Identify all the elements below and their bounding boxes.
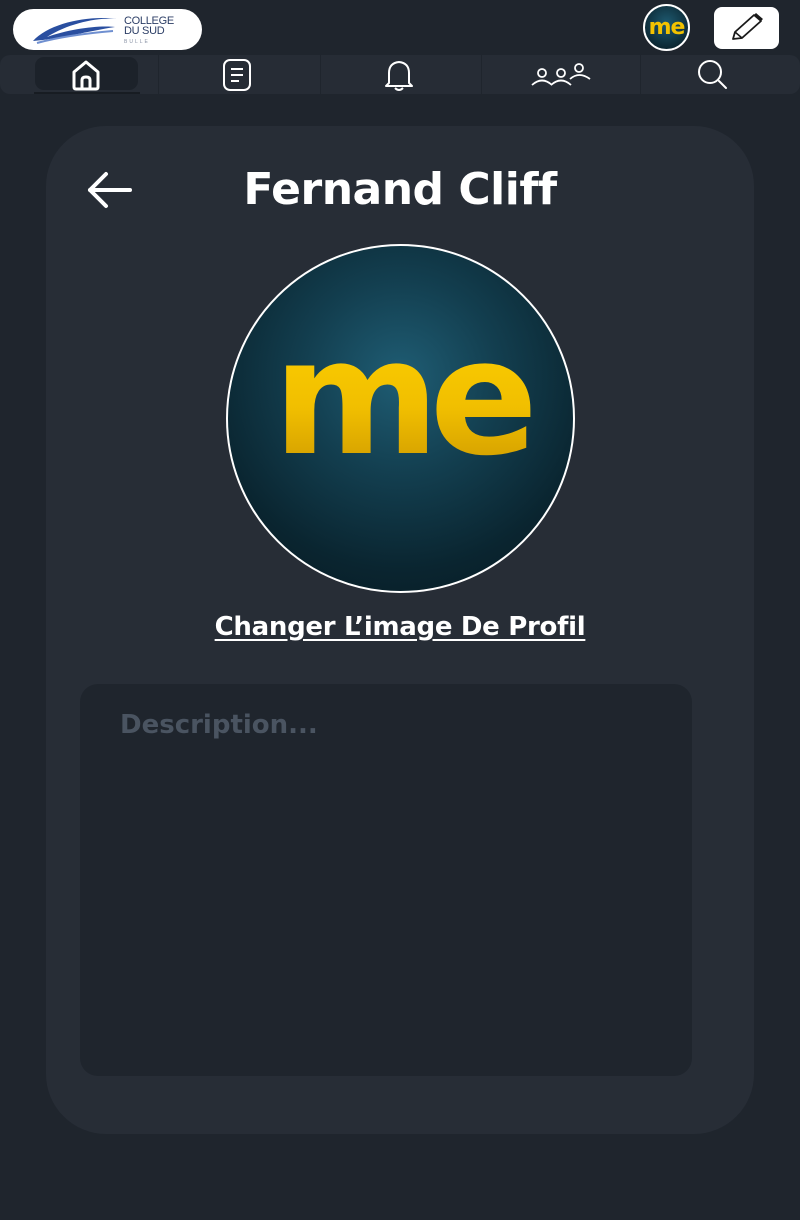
logo-text: COLLEGE DU SUD BULLE xyxy=(124,16,174,47)
change-profile-picture-link[interactable]: Changer L’image De Profil xyxy=(46,612,754,642)
profile-card: Fernand Cliff me Changer L’image De Prof… xyxy=(46,126,754,1134)
nav-notifications[interactable] xyxy=(320,55,481,94)
home-icon xyxy=(72,60,99,90)
nav-home[interactable] xyxy=(0,55,158,94)
search-icon xyxy=(697,59,727,89)
logo-swoosh-icon xyxy=(33,17,117,44)
group-icon xyxy=(531,62,591,86)
profile-name: Fernand Cliff xyxy=(243,164,557,215)
logo-line-2: DU SUD xyxy=(124,25,165,37)
main-navbar xyxy=(0,55,800,94)
profile-picture[interactable]: me xyxy=(226,244,575,593)
college-logo[interactable]: COLLEGE DU SUD BULLE xyxy=(13,9,202,50)
app-root: COLLEGE DU SUD BULLE me Fernand Cliff me… xyxy=(0,0,800,1220)
user-avatar[interactable]: me xyxy=(643,4,690,51)
document-icon xyxy=(222,58,251,91)
description-field[interactable] xyxy=(80,684,692,1076)
edit-button[interactable] xyxy=(714,7,779,49)
bell-icon xyxy=(384,60,413,91)
profile-picture-text: me xyxy=(228,308,573,488)
pencil-icon xyxy=(731,13,763,40)
user-avatar-text: me xyxy=(648,15,686,40)
nav-groups[interactable] xyxy=(481,55,640,94)
nav-search[interactable] xyxy=(640,55,800,94)
logo-line-3: BULLE xyxy=(124,39,150,45)
nav-documents[interactable] xyxy=(158,55,320,94)
